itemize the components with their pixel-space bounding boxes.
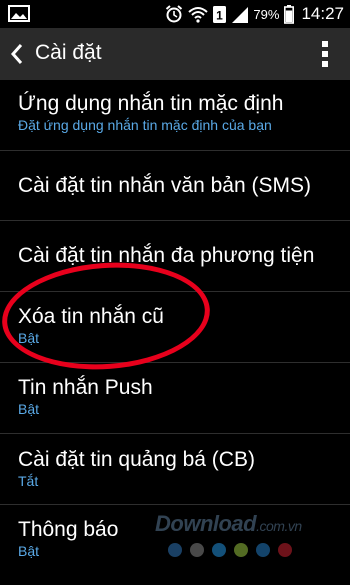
svg-text:1: 1 xyxy=(217,8,224,22)
setting-summary: Bật xyxy=(18,401,40,417)
wifi-icon xyxy=(188,7,209,23)
settings-list: Ứng dụng nhắn tin mặc định Đặt ứng dụng … xyxy=(0,80,350,585)
watermark-dot xyxy=(256,543,270,557)
watermark-dot xyxy=(212,543,226,557)
setting-push-messages[interactable]: Tin nhắn Push Bật xyxy=(0,363,350,434)
watermark-brand: Download xyxy=(155,511,257,536)
battery-icon xyxy=(284,4,295,24)
setting-label: Cài đặt tin nhắn đa phương tiện xyxy=(18,244,315,267)
setting-label: Xóa tin nhắn cũ xyxy=(18,305,164,328)
sim-1-icon: 1 xyxy=(213,5,227,23)
watermark-dot xyxy=(168,543,182,557)
setting-default-messaging-app[interactable]: Ứng dụng nhắn tin mặc định Đặt ứng dụng … xyxy=(0,80,350,151)
more-vertical-icon[interactable] xyxy=(322,41,328,67)
setting-delete-old-messages[interactable]: Xóa tin nhắn cũ Bật xyxy=(0,292,350,363)
alarm-icon xyxy=(166,5,183,23)
clock-time: 14:27 xyxy=(301,4,344,23)
setting-summary: Đặt ứng dụng nhắn tin mặc định của bạn xyxy=(18,117,272,133)
status-bar: 1 79% 14:27 xyxy=(0,0,350,28)
setting-label: Tin nhắn Push xyxy=(18,376,153,399)
setting-summary: Tắt xyxy=(18,473,39,489)
battery-percent: 79% xyxy=(253,6,280,22)
signal-icon xyxy=(232,6,249,23)
watermark-dot xyxy=(278,543,292,557)
watermark-logo: Download.com.vn xyxy=(155,511,302,537)
setting-mms[interactable]: Cài đặt tin nhắn đa phương tiện xyxy=(0,221,350,292)
setting-label: Ứng dụng nhắn tin mặc định xyxy=(18,92,284,115)
page-title: Cài đặt xyxy=(35,41,102,64)
action-bar: Cài đặt xyxy=(0,28,350,80)
setting-label: Cài đặt tin nhắn văn bản (SMS) xyxy=(18,174,311,197)
watermark-dot xyxy=(234,543,248,557)
watermark-dots xyxy=(168,543,292,557)
watermark-dot xyxy=(190,543,204,557)
setting-label: Cài đặt tin quảng bá (CB) xyxy=(18,448,255,471)
image-icon xyxy=(8,5,30,22)
watermark-domain: .com.vn xyxy=(256,518,302,534)
setting-cell-broadcast[interactable]: Cài đặt tin quảng bá (CB) Tắt xyxy=(0,434,350,505)
chevron-left-icon[interactable] xyxy=(10,43,24,65)
setting-summary: Bật xyxy=(18,330,40,346)
setting-sms[interactable]: Cài đặt tin nhắn văn bản (SMS) xyxy=(0,151,350,221)
